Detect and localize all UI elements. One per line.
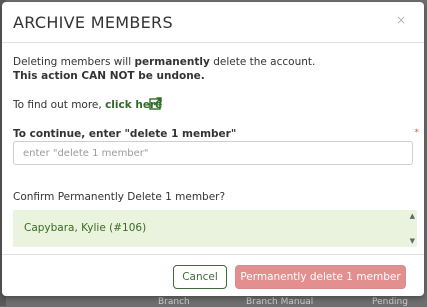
external-link-icon[interactable]	[149, 97, 162, 110]
list-item: Capybara, Kylie (#106)	[24, 222, 147, 234]
cancel-button[interactable]: Cancel	[173, 265, 227, 289]
close-button[interactable]: ×	[396, 13, 406, 27]
dialog-header: ARCHIVE MEMBERS ×	[2, 2, 424, 43]
required-marker: *	[414, 128, 420, 138]
footer-divider	[2, 254, 424, 255]
confirm-prompt: Confirm Permanently Delete 1 member?	[13, 191, 226, 203]
warning-text: Deleting members will permanently delete…	[13, 56, 315, 68]
scroll-down-icon[interactable]: ▼	[410, 237, 415, 245]
dialog-title: ARCHIVE MEMBERS	[13, 13, 173, 32]
find-out-prefix: To find out more,	[13, 99, 106, 111]
warning-prefix: Deleting members will	[13, 56, 135, 68]
warning-suffix: delete the account.	[209, 56, 316, 68]
undo-notice: This action CAN NOT be undone.	[13, 70, 205, 82]
scroll-up-icon[interactable]: ▲	[410, 212, 415, 220]
warning-emphasis: permanently	[134, 56, 210, 68]
input-label: To continue, enter "delete 1 member"	[13, 128, 237, 140]
permanently-delete-button[interactable]: Permanently delete 1 member	[235, 265, 406, 289]
members-list[interactable]: Capybara, Kylie (#106) ▲ ▼	[13, 210, 417, 247]
archive-members-dialog: ARCHIVE MEMBERS × Deleting members will …	[2, 2, 424, 296]
find-out-more: To find out more, click here	[13, 99, 162, 111]
confirm-delete-input[interactable]	[13, 141, 413, 165]
